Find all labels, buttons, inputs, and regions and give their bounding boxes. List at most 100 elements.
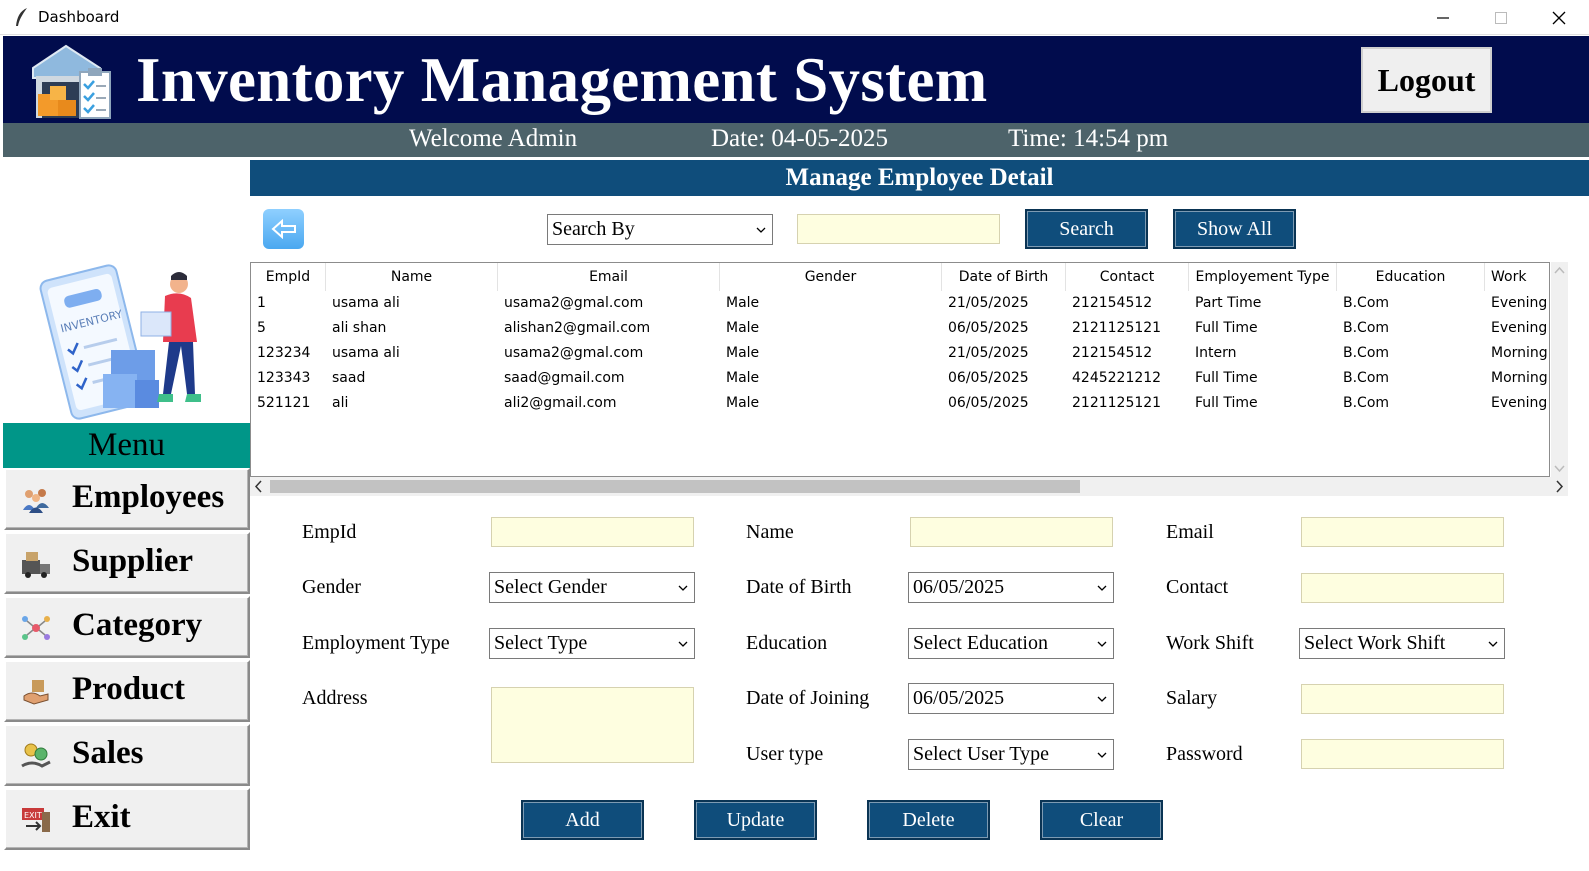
logout-button[interactable]: Logout xyxy=(1361,47,1492,113)
status-bar: Welcome Admin Date: 04-05-2025 Time: 14:… xyxy=(3,123,1589,157)
column-header-gender[interactable]: Gender xyxy=(720,263,942,291)
employees-icon xyxy=(23,489,49,513)
column-header-empid[interactable]: EmpId xyxy=(251,263,326,291)
cell-employment-type: Intern xyxy=(1195,345,1237,361)
search-input[interactable] xyxy=(797,214,1000,244)
menu-title: Menu xyxy=(3,423,250,468)
sidebar-item-label: Supplier xyxy=(72,543,194,579)
sidebar-item-label: Exit xyxy=(72,799,131,835)
app-header: Inventory Management System Logout xyxy=(3,36,1589,123)
maximize-icon xyxy=(1495,11,1507,24)
cell-name: usama ali xyxy=(332,345,400,361)
cell-email: usama2@gmal.com xyxy=(504,345,644,361)
user-type-select[interactable]: Select User Type xyxy=(908,739,1114,770)
cell-work: Morning xyxy=(1491,370,1548,386)
back-button[interactable] xyxy=(263,209,304,249)
cell-email: saad@gmail.com xyxy=(504,370,625,386)
window-titlebar: Dashboard xyxy=(0,0,1589,35)
education-select[interactable]: Select Education xyxy=(908,628,1114,659)
close-button[interactable] xyxy=(1530,0,1588,35)
cell-gender: Male xyxy=(726,295,760,311)
back-arrow-icon xyxy=(270,219,296,239)
email-field[interactable] xyxy=(1301,517,1504,547)
column-header-employment-type[interactable]: Employement Type xyxy=(1189,263,1337,291)
table-row[interactable]: 123234 usama ali usama2@gmal.com Male 21/05/… xyxy=(251,341,1549,366)
cell-dob: 21/05/2025 xyxy=(948,295,1029,311)
employee-table[interactable]: EmpId Name Email Gender Date of Birth Co… xyxy=(250,262,1550,477)
scrollbar-thumb[interactable] xyxy=(270,480,1080,493)
update-button[interactable]: Update xyxy=(694,800,817,840)
column-header-name[interactable]: Name xyxy=(326,263,498,291)
sidebar-item-exit[interactable]: EXIT Exit xyxy=(4,788,250,850)
feather-icon xyxy=(16,8,27,26)
sidebar-item-employees[interactable]: Employees xyxy=(4,468,250,530)
supplier-icon xyxy=(22,552,50,578)
empid-field[interactable] xyxy=(491,517,694,547)
search-by-select[interactable]: Search By xyxy=(547,214,773,245)
sidebar-item-product[interactable]: Product xyxy=(4,660,250,722)
sidebar-item-category[interactable]: Category xyxy=(4,596,250,658)
table-header: EmpId Name Email Gender Date of Birth Co… xyxy=(251,263,1549,291)
doj-picker[interactable]: 06/05/2025 xyxy=(908,683,1114,714)
column-header-dob[interactable]: Date of Birth xyxy=(942,263,1066,291)
table-row[interactable]: 1 usama ali usama2@gmal.com Male 21/05/2025 2… xyxy=(251,291,1549,316)
sidebar: INVENTORY Menu Employees Supplier Catego… xyxy=(3,262,250,871)
employment-type-label: Employment Type xyxy=(302,632,450,654)
gender-label: Gender xyxy=(302,576,361,598)
cell-empid: 521121 xyxy=(257,395,311,411)
column-header-contact[interactable]: Contact xyxy=(1066,263,1189,291)
vertical-scrollbar[interactable] xyxy=(1551,262,1568,477)
cell-dob: 06/05/2025 xyxy=(948,370,1029,386)
column-header-work[interactable]: Work xyxy=(1485,263,1549,291)
cell-empid: 123343 xyxy=(257,370,311,386)
cell-contact: 212154512 xyxy=(1072,345,1153,361)
horizontal-scrollbar[interactable] xyxy=(250,477,1568,496)
cell-empid: 1 xyxy=(257,295,266,311)
cell-work: Evening xyxy=(1491,295,1548,311)
sidebar-item-sales[interactable]: Sales xyxy=(4,724,250,786)
app-title: Inventory Management System xyxy=(136,45,988,115)
show-all-button[interactable]: Show All xyxy=(1173,209,1296,249)
salary-label: Salary xyxy=(1166,687,1218,709)
contact-field[interactable] xyxy=(1301,573,1504,603)
maximize-button[interactable] xyxy=(1472,0,1530,35)
table-row[interactable]: 5 ali shan alishan2@gmail.com Male 06/05/202… xyxy=(251,316,1549,341)
cell-employment-type: Full Time xyxy=(1195,370,1258,386)
gender-select[interactable]: Select Gender xyxy=(489,572,695,603)
table-row[interactable]: 123343 saad saad@gmail.com Male 06/05/2025 42… xyxy=(251,366,1549,391)
add-button[interactable]: Add xyxy=(521,800,644,840)
name-label: Name xyxy=(746,521,794,543)
warehouse-logo-icon xyxy=(32,44,111,119)
dob-picker[interactable]: 06/05/2025 xyxy=(908,572,1114,603)
name-field[interactable] xyxy=(910,517,1113,547)
scroll-up-icon xyxy=(1554,266,1565,274)
empid-label: EmpId xyxy=(302,521,357,543)
cell-email: usama2@gmal.com xyxy=(504,295,644,311)
window-title: Dashboard xyxy=(38,8,120,26)
salary-field[interactable] xyxy=(1301,684,1504,714)
table-row[interactable]: 521121 ali ali2@gmail.com Male 06/05/2025 212… xyxy=(251,391,1549,416)
minimize-button[interactable] xyxy=(1414,0,1472,35)
product-icon xyxy=(23,680,49,705)
employment-type-select[interactable]: Select Type xyxy=(489,628,695,659)
cell-empid: 5 xyxy=(257,320,266,336)
work-shift-select[interactable]: Select Work Shift xyxy=(1299,628,1505,659)
column-header-email[interactable]: Email xyxy=(498,263,720,291)
cell-email: ali2@gmail.com xyxy=(504,395,617,411)
cell-gender: Male xyxy=(726,395,760,411)
cell-name: saad xyxy=(332,370,366,386)
search-button[interactable]: Search xyxy=(1025,209,1148,249)
clear-button[interactable]: Clear xyxy=(1040,800,1163,840)
chevron-down-icon xyxy=(1488,641,1498,647)
doj-value: 06/05/2025 xyxy=(913,687,1005,709)
date-text: Date: 04-05-2025 xyxy=(711,125,889,152)
address-field[interactable] xyxy=(491,687,694,763)
delete-button[interactable]: Delete xyxy=(867,800,990,840)
sidebar-item-supplier[interactable]: Supplier xyxy=(4,532,250,594)
column-header-education[interactable]: Education xyxy=(1337,263,1485,291)
cell-name: ali shan xyxy=(332,320,387,336)
cell-work: Evening xyxy=(1491,320,1548,336)
cell-name: ali xyxy=(332,395,349,411)
education-value: Select Education xyxy=(913,632,1048,654)
password-field[interactable] xyxy=(1301,739,1504,769)
